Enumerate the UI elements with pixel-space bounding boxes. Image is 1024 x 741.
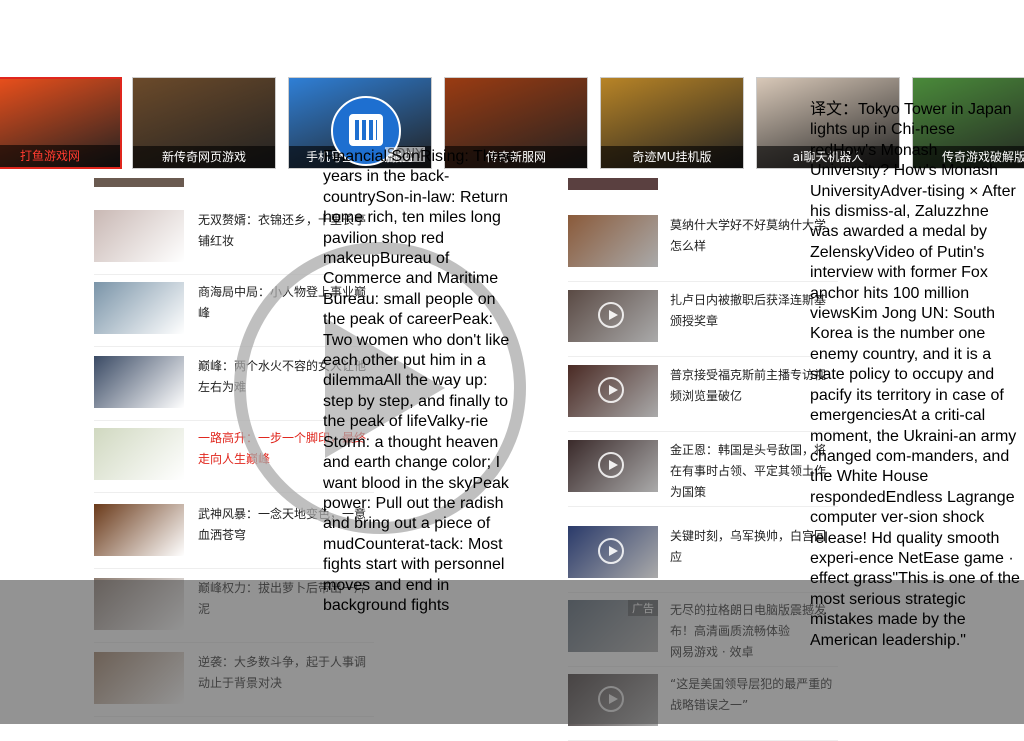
news-thumbnail bbox=[94, 356, 184, 408]
banner-thumb-caption: 新传奇网页游戏 bbox=[133, 146, 275, 168]
news-thumbnail bbox=[568, 215, 658, 267]
news-list-item[interactable]: 金正恩：韩国是头号敌国，将在有事时占领、平定其领土作为国策 bbox=[568, 440, 838, 500]
play-icon[interactable] bbox=[598, 452, 624, 478]
news-thumbnail bbox=[94, 428, 184, 480]
news-list-item[interactable]: 普京接受福克斯前主播专访视频浏览量破亿 bbox=[568, 365, 838, 425]
news-thumbnail bbox=[568, 440, 658, 492]
truncated-thumbnail bbox=[94, 178, 184, 187]
banner-thumb[interactable]: 新传奇网页游戏 bbox=[132, 77, 276, 169]
divider bbox=[568, 431, 838, 432]
banner-thumb-caption: 打鱼游戏网 bbox=[0, 145, 120, 167]
news-thumbnail bbox=[568, 290, 658, 342]
banner-thumb-caption: 奇迹MU挂机版 bbox=[601, 146, 743, 168]
news-thumbnail bbox=[94, 282, 184, 334]
overlay-translation-left: Financial SonRising: Three years in the … bbox=[323, 148, 515, 614]
news-thumbnail bbox=[94, 504, 184, 556]
play-icon[interactable] bbox=[598, 302, 624, 328]
overlay-translation-right: 译文：Tokyo Tower in Japan lights up in Chi… bbox=[810, 101, 1020, 649]
news-thumbnail bbox=[568, 526, 658, 578]
divider bbox=[568, 356, 838, 357]
divider bbox=[568, 506, 838, 507]
truncated-thumbnail bbox=[568, 178, 658, 190]
news-thumbnail bbox=[568, 365, 658, 417]
divider bbox=[568, 281, 838, 282]
news-list-item[interactable]: 莫纳什大学好不好莫纳什大学怎么样 bbox=[568, 215, 838, 275]
play-icon[interactable] bbox=[598, 377, 624, 403]
news-list-item[interactable]: 关键时刻，乌军换帅，白宫回应 bbox=[568, 526, 838, 586]
banner-thumb[interactable]: 打鱼游戏网 bbox=[0, 77, 122, 169]
play-icon[interactable] bbox=[598, 538, 624, 564]
banner-thumb[interactable]: 奇迹MU挂机版 bbox=[600, 77, 744, 169]
news-list-item[interactable]: 扎卢日内被撤职后获泽连斯基颁授奖章 bbox=[568, 290, 838, 350]
news-thumbnail bbox=[94, 210, 184, 262]
